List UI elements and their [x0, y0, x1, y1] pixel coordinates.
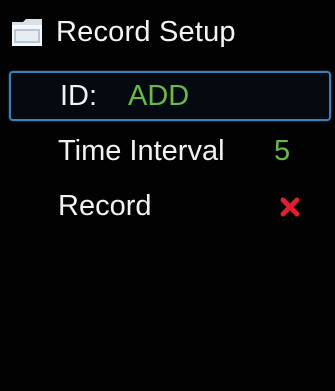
menu-item-time-interval[interactable]: Time Interval 5 — [9, 125, 331, 175]
folder-icon — [12, 19, 42, 46]
id-value: ADD — [128, 80, 190, 112]
id-label: ID: — [60, 80, 98, 112]
record-label: Record — [58, 190, 152, 222]
close-icon — [280, 197, 300, 217]
time-interval-value: 5 — [274, 135, 291, 167]
menu-item-id[interactable]: ID: ADD — [9, 71, 331, 121]
device-screen: Record Setup ID: ADD Time Interval 5 Rec… — [0, 0, 335, 391]
header: Record Setup — [0, 0, 335, 64]
page-title: Record Setup — [56, 16, 236, 48]
time-interval-label: Time Interval — [58, 135, 225, 167]
menu-item-record[interactable]: Record — [9, 180, 331, 230]
